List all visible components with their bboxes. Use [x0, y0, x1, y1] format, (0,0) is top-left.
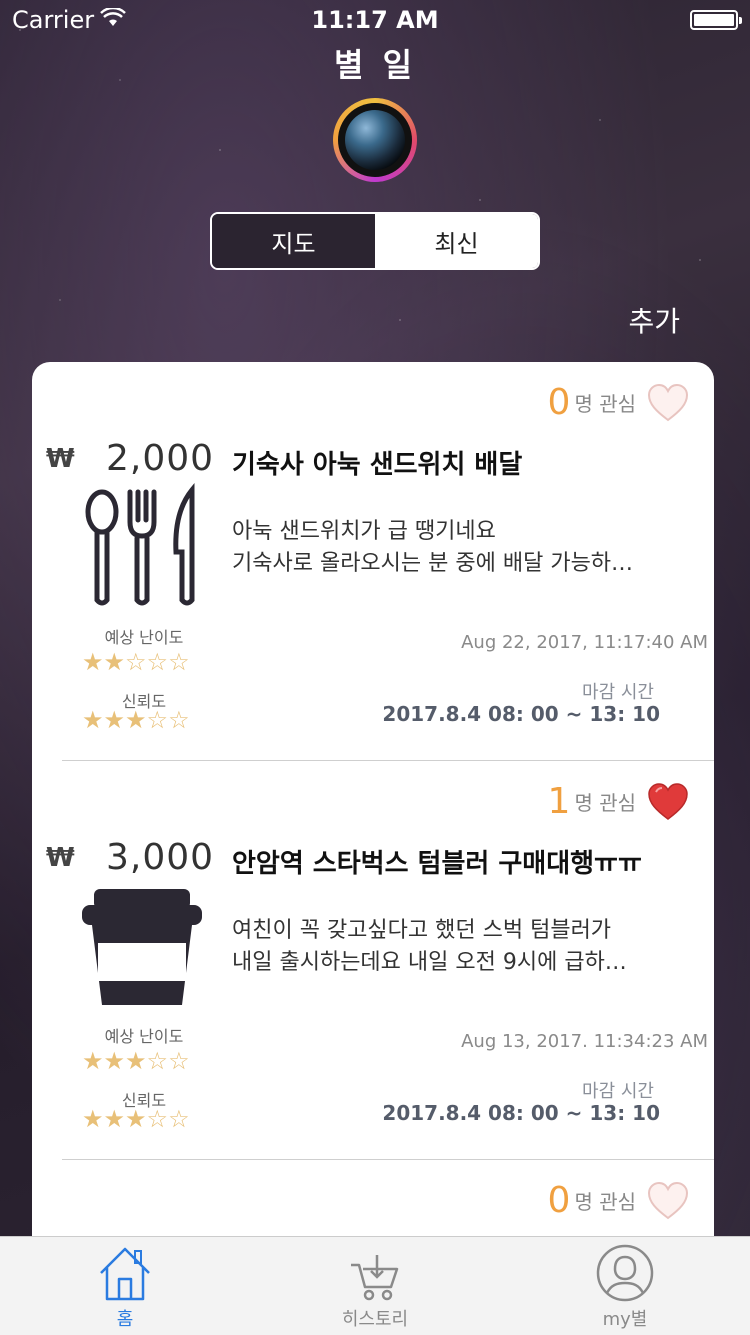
posted-date: Aug 13, 2017. 11:34:23 AM	[461, 1031, 708, 1052]
tab-history-label: 히스토리	[341, 1309, 409, 1330]
interest-label: 명 관심	[574, 1190, 636, 1214]
deadline-label: 마감 시간	[582, 682, 654, 703]
list-item[interactable]: 1 명 관심 ₩ 3,000 안암역 스타벅스 텀블러 구매대행ㅠㅠ 여친이 꼭…	[32, 761, 714, 1159]
user-profile-icon	[596, 1244, 654, 1302]
heart-outline-icon[interactable]	[646, 1181, 690, 1221]
description-line: 기숙사로 올라오시는 분 중에 배달 가능하…	[232, 551, 634, 576]
profile-avatar[interactable]	[333, 98, 417, 182]
won-icon: ₩	[46, 843, 75, 873]
list-item[interactable]: 0 명 관심	[32, 1160, 714, 1242]
home-icon	[100, 1247, 150, 1301]
difficulty-stars: ★★☆☆☆	[82, 648, 190, 676]
deadline-time: 2017.8.4 08: 00 ~ 13: 10	[382, 702, 660, 726]
battery-icon	[690, 10, 742, 30]
utensils-icon	[85, 482, 195, 606]
add-button[interactable]: 추가	[628, 300, 680, 340]
interest-count: 0	[547, 1180, 571, 1221]
tab-history[interactable]: 히스토리	[250, 1237, 500, 1335]
interest-indicator: 0 명 관심	[548, 1180, 690, 1221]
posted-date: Aug 22, 2017, 11:17:40 AM	[461, 632, 708, 653]
won-icon: ₩	[46, 444, 75, 474]
tab-my-star[interactable]: my별	[500, 1237, 750, 1335]
request-list: 0 명 관심 ₩ 2,000 기숙사 아눅 샌드위치 배달 아눅 샌드위치가 급…	[32, 362, 714, 1242]
interest-count: 0	[547, 382, 571, 423]
description-line: 내일 출시하는데요 내일 오전 9시에 급하…	[232, 950, 627, 975]
trust-stars: ★★★☆☆	[82, 1105, 190, 1133]
difficulty-label: 예상 난이도	[104, 628, 184, 647]
description-line: 아눅 샌드위치가 급 땡기네요	[232, 519, 496, 544]
difficulty-stars: ★★★☆☆	[82, 1047, 190, 1075]
item-title: 안암역 스타벅스 텀블러 구매대행ㅠㅠ	[232, 849, 642, 879]
description-line: 여친이 꼭 갖고싶다고 했던 스벅 텀블러가	[232, 918, 612, 943]
interest-label: 명 관심	[574, 791, 636, 815]
interest-indicator: 0 명 관심	[548, 382, 690, 423]
item-description: 아눅 샌드위치가 급 땡기네요 기숙사로 올라오시는 분 중에 배달 가능하…	[232, 516, 672, 580]
heart-outline-icon[interactable]	[646, 383, 690, 423]
price: 2,000	[106, 438, 215, 479]
segment-latest[interactable]: 최신	[375, 214, 538, 268]
coffee-cup-icon	[82, 889, 202, 1005]
item-title: 기숙사 아눅 샌드위치 배달	[232, 450, 523, 480]
segment-map[interactable]: 지도	[212, 214, 375, 268]
tab-my-star-label: my별	[602, 1309, 648, 1330]
status-time: 11:17 AM	[311, 6, 439, 34]
interest-label: 명 관심	[574, 392, 636, 416]
view-segment-control[interactable]: 지도 최신	[210, 212, 540, 270]
trust-stars: ★★★☆☆	[82, 706, 190, 734]
item-description: 여친이 꼭 갖고싶다고 했던 스벅 텀블러가 내일 출시하는데요 내일 오전 9…	[232, 915, 672, 979]
price: 3,000	[106, 837, 215, 878]
interest-indicator: 1 명 관심	[548, 781, 690, 822]
status-bar: Carrier 11:17 AM	[0, 0, 750, 40]
deadline-time: 2017.8.4 08: 00 ~ 13: 10	[382, 1101, 660, 1125]
cart-icon	[351, 1255, 399, 1301]
tab-home-label: 홈	[116, 1309, 134, 1330]
tab-home[interactable]: 홈	[0, 1237, 250, 1335]
deadline-label: 마감 시간	[582, 1081, 654, 1102]
tab-bar: 홈 히스토리 my별	[0, 1236, 750, 1335]
difficulty-label: 예상 난이도	[104, 1027, 184, 1046]
list-item[interactable]: 0 명 관심 ₩ 2,000 기숙사 아눅 샌드위치 배달 아눅 샌드위치가 급…	[32, 362, 714, 760]
interest-count: 1	[547, 781, 571, 822]
planet-image	[345, 110, 405, 170]
heart-filled-icon[interactable]	[646, 782, 690, 822]
app-title: 별 일	[333, 46, 417, 84]
